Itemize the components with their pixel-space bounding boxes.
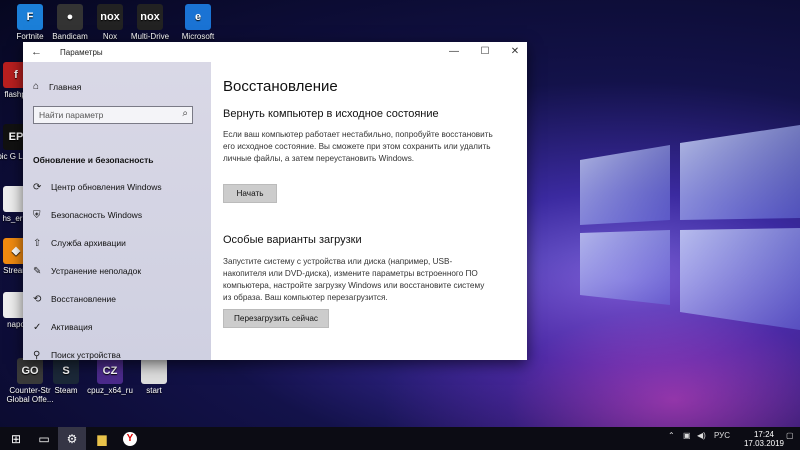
page-title: Восстановление: [223, 78, 338, 95]
sidebar-item[interactable]: ⟳ Центр обновления Windows: [33, 178, 203, 196]
shield-icon: ⛨: [33, 209, 41, 221]
sidebar-item-label: Безопасность Windows: [51, 210, 143, 220]
window-title: Параметры: [60, 48, 103, 57]
sidebar-item-label: Центр обновления Windows: [51, 182, 162, 192]
sidebar-item[interactable]: ⟲ Восстановление: [33, 290, 203, 308]
sidebar-item[interactable]: ✎ Устранение неполадок: [33, 262, 203, 280]
check-circle-icon: ✓: [33, 321, 42, 333]
sidebar-item-label: Восстановление: [51, 294, 117, 304]
sidebar-home[interactable]: ⌂ Главная: [33, 81, 81, 92]
app-icon: nox: [97, 4, 123, 30]
backup-icon: ⇧: [33, 237, 42, 249]
tray-language[interactable]: РУС: [714, 431, 730, 440]
settings-taskbar-icon[interactable]: ⚙: [58, 427, 86, 450]
sidebar-item[interactable]: ✓ Активация: [33, 318, 203, 336]
task-view-icon[interactable]: ▭: [30, 427, 58, 450]
settings-sidebar: ⌂ Главная Найти параметр ⌕ Обновление и …: [23, 62, 211, 361]
tray-network-icon[interactable]: ▣: [683, 431, 691, 440]
start-reset-button[interactable]: Начать: [223, 184, 277, 203]
search-input[interactable]: Найти параметр ⌕: [33, 106, 193, 124]
search-icon[interactable]: ⌕: [182, 108, 188, 119]
sidebar-item[interactable]: ⛨ Безопасность Windows: [33, 206, 203, 224]
clock-time: 17:24: [753, 430, 774, 439]
sidebar-item[interactable]: ⇧ Служба архивации: [33, 234, 203, 252]
desktop-icon-label: Multi-Drive: [130, 32, 170, 41]
wrench-icon: ✎: [33, 265, 42, 277]
title-bar: ← Параметры — ☐ ✕: [23, 42, 527, 62]
windows-logo-wallpaper: [580, 125, 800, 330]
notification-icon[interactable]: ▢: [786, 431, 794, 440]
home-label: Главная: [49, 81, 82, 92]
sidebar-item-label: Поиск устройства: [51, 350, 121, 360]
desktop-icon-label: Microsoft: [181, 32, 215, 41]
file-explorer-icon[interactable]: ▆: [88, 427, 116, 450]
taskbar-clock[interactable]: 17:24 17.03.2019: [744, 430, 784, 448]
close-button[interactable]: ✕: [504, 43, 526, 61]
desktop-icon[interactable]: e Microsoft: [172, 4, 224, 41]
sidebar-item-label: Устранение неполадок: [51, 266, 142, 276]
advanced-startup-heading: Особые варианты загрузки: [223, 234, 362, 246]
tray-volume-icon[interactable]: ◀): [697, 431, 706, 440]
sidebar-item[interactable]: ⚲ Поиск устройства: [33, 346, 203, 364]
home-icon: ⌂: [33, 81, 40, 92]
maximize-button[interactable]: ☐: [474, 43, 496, 61]
clock-date: 17.03.2019: [743, 439, 784, 448]
start-button[interactable]: ⊞: [2, 427, 30, 450]
reset-description: Если ваш компьютер работает нестабильно,…: [223, 130, 493, 163]
history-icon: ⟲: [33, 293, 42, 305]
desktop-icon[interactable]: nox Multi-Drive: [124, 4, 176, 41]
app-icon: nox: [137, 4, 163, 30]
search-placeholder: Найти параметр: [39, 110, 104, 120]
sidebar-item-label: Служба архивации: [51, 238, 126, 248]
person-icon: ⚲: [33, 349, 41, 361]
desktop-icon-label: start: [146, 386, 162, 395]
sidebar-section-title: Обновление и безопасность: [33, 155, 154, 165]
tray-chevron-icon[interactable]: ⌃: [668, 431, 675, 440]
refresh-icon: ⟳: [33, 181, 42, 193]
taskbar: ⊞ ▭ ⚙ ▆ Y ⌃ ▣ ◀) РУС 17:24 17.03.2019 ▢: [0, 427, 800, 450]
restart-now-button[interactable]: Перезагрузить сейчас: [223, 309, 329, 328]
main-content: Восстановление Вернуть компьютер в исход…: [211, 62, 527, 360]
settings-window: ← Параметры — ☐ ✕ ⌂ Главная Найти параме…: [23, 42, 527, 361]
sidebar-item-label: Активация: [51, 322, 93, 332]
app-icon: F: [17, 4, 43, 30]
back-arrow-icon[interactable]: ←: [31, 46, 45, 58]
advanced-startup-description: Запустите систему с устройства или диска…: [223, 257, 485, 302]
app-icon: ●: [57, 4, 83, 30]
reset-heading: Вернуть компьютер в исходное состояние: [223, 108, 439, 120]
minimize-button[interactable]: —: [443, 43, 465, 61]
app-icon: e: [185, 4, 211, 30]
yandex-browser-icon[interactable]: Y: [116, 427, 144, 450]
